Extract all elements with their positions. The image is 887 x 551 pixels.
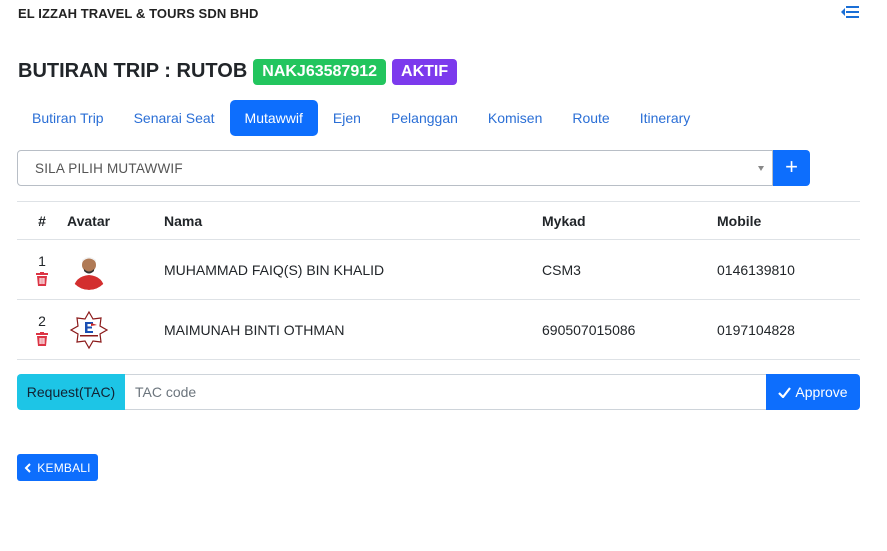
row-number: 2 [38,313,46,329]
table-row: 1 MUHAMMAD FAIQ(S) BIN KHALID CSM3 01461… [17,239,860,300]
mutawwif-select-group: SILA PILIH MUTAWWIF + [17,150,810,186]
row-number: 1 [38,253,46,269]
column-header-nama: Nama [164,201,542,240]
tab-route[interactable]: Route [557,100,624,136]
mutawwif-select-value: SILA PILIH MUTAWWIF [35,161,183,176]
tab-senarai-seat[interactable]: Senarai Seat [119,100,230,136]
chevron-left-icon [24,462,31,473]
column-header-mykad: Mykad [542,201,717,240]
caret-down-icon [758,166,764,171]
company-name: EL IZZAH TRAVEL & TOURS SDN BHD [18,6,259,21]
title-row: BUTIRAN TRIP : RUTOB NAKJ63587912 AKTIF [18,58,463,85]
cell-mykad: 690507015086 [542,299,717,360]
person-avatar [69,249,109,290]
table-header-row: # Avatar Nama Mykad Mobile [17,201,860,240]
column-header-avatar: Avatar [67,201,164,240]
tac-group: Request(TAC) Approve [17,374,860,410]
tab-itinerary[interactable]: Itinerary [625,100,706,136]
column-header-mobile: Mobile [717,201,860,240]
el-izzah-logo-avatar [69,309,109,350]
check-icon [778,386,792,398]
tab-mutawwif[interactable]: Mutawwif [229,100,318,136]
table-row: 2 MAIMUNAH BINTI OTHMAN 690507015086 019… [17,299,860,360]
cell-nama: MUHAMMAD FAIQ(S) BIN KHALID [164,239,542,300]
column-header-number: # [17,201,67,240]
request-tac-button[interactable]: Request(TAC) [17,374,125,410]
sidebar-collapse-icon[interactable] [840,4,860,20]
cell-nama: MAIMUNAH BINTI OTHMAN [164,299,542,360]
trash-icon[interactable] [36,332,48,346]
tab-butiran-trip[interactable]: Butiran Trip [17,100,119,136]
tab-bar: Butiran Trip Senarai Seat Mutawwif Ejen … [17,100,705,136]
mutawwif-select[interactable]: SILA PILIH MUTAWWIF [17,150,773,186]
trash-icon[interactable] [36,272,48,286]
approve-label: Approve [795,384,848,400]
page-title: BUTIRAN TRIP : RUTOB [18,60,248,82]
tab-pelanggan[interactable]: Pelanggan [376,100,473,136]
back-button[interactable]: KEMBALI [17,454,98,481]
add-mutawwif-button[interactable]: + [773,150,810,186]
tab-ejen[interactable]: Ejen [318,100,376,136]
status-badge: AKTIF [392,58,458,85]
cell-mobile: 0146139810 [717,239,860,300]
tac-code-input[interactable] [125,374,766,410]
tab-komisen[interactable]: Komisen [473,100,557,136]
cell-mykad: CSM3 [542,239,717,300]
mutawwif-table: # Avatar Nama Mykad Mobile 1 MUHAMMAD FA… [17,201,860,360]
top-bar: EL IZZAH TRAVEL & TOURS SDN BHD [18,6,870,22]
back-label: KEMBALI [37,460,91,475]
trip-code-badge: NAKJ63587912 [253,58,387,85]
cell-mobile: 0197104828 [717,299,860,360]
approve-button[interactable]: Approve [766,374,860,410]
